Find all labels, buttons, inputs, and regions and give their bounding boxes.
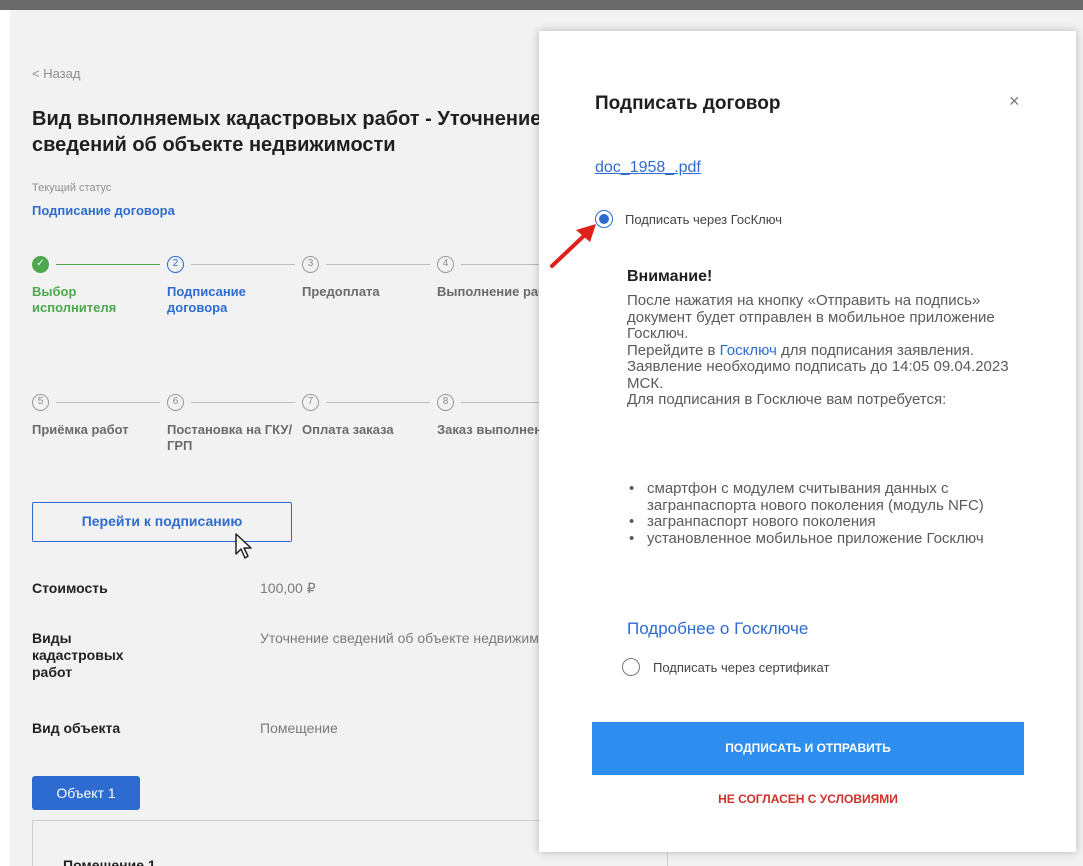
sign-and-send-button[interactable]: ПОДПИСАТЬ И ОТПРАВИТЬ: [592, 722, 1024, 775]
radio-certificate[interactable]: [622, 658, 640, 676]
object-card-title: Помещение 1: [63, 857, 156, 866]
price-value: 100,00 ₽: [260, 580, 316, 596]
back-link[interactable]: < Назад: [32, 66, 80, 81]
radio-certificate-label[interactable]: Подписать через сертификат: [653, 660, 829, 675]
step-connector: [326, 402, 430, 403]
step-label: Оплата заказа: [302, 422, 394, 437]
warning-title: Внимание!: [627, 268, 713, 285]
step-connector: [191, 264, 295, 265]
document-link[interactable]: doc_1958_.pdf: [595, 159, 701, 177]
step-connector: [191, 402, 295, 403]
check-icon: ✓: [32, 256, 49, 273]
radio-goskey-label[interactable]: Подписать через ГосКлюч: [625, 212, 782, 227]
list-item: загранпаспорт нового поколения: [627, 513, 1037, 531]
warning-text: После нажатия на кнопку «Отправить на по…: [627, 292, 1037, 409]
step-number: 4: [437, 256, 454, 273]
top-bar: [0, 0, 1083, 10]
step-connector: [326, 264, 430, 265]
step-label: Постановка на ГКУ/ГРП: [167, 422, 293, 453]
sign-contract-modal: Подписать договор × doc_1958_.pdf Подпис…: [539, 31, 1076, 852]
step-connector: [56, 402, 160, 403]
step-number: 5: [32, 394, 49, 411]
warning-paragraph: Для подписания в Госключе вам потребуетс…: [627, 391, 947, 408]
list-item: установленное мобильное приложение Госкл…: [627, 530, 1037, 548]
warning-paragraph: Перейдите в Госключ для подписания заявл…: [627, 341, 1009, 392]
modal-title: Подписать договор: [595, 93, 781, 114]
page-title: Вид выполняемых кадастровых работ - Уточ…: [32, 108, 542, 156]
step-label: Выбор исполнителя: [32, 284, 117, 315]
step-number: 7: [302, 394, 319, 411]
work-types-value: Уточнение сведений об объекте недвижимос…: [260, 630, 568, 646]
requirements-list: смартфон с модулем считывания данных с з…: [627, 480, 1037, 548]
price-label: Стоимость: [32, 580, 108, 596]
work-types-label: Виды кадастровых работ: [32, 630, 124, 680]
tab-object-1[interactable]: Объект 1: [32, 776, 140, 810]
step-number: 6: [167, 394, 184, 411]
step-label: Подписание договора: [167, 284, 246, 315]
decline-link[interactable]: НЕ СОГЛАСЕН С УСЛОВИЯМИ: [592, 792, 1024, 806]
step-label: Приёмка работ: [32, 422, 129, 437]
object-type-label: Вид объекта: [32, 720, 121, 736]
list-item: смартфон с модулем считывания данных с з…: [627, 480, 1037, 514]
step-number: 8: [437, 394, 454, 411]
step-number: 3: [302, 256, 319, 273]
close-icon[interactable]: ×: [1009, 91, 1020, 112]
mouse-cursor-icon: [235, 533, 252, 559]
more-about-goskey-link[interactable]: Подробнее о Госключе: [627, 619, 808, 639]
step-label: Предоплата: [302, 284, 380, 299]
step-number: 2: [167, 256, 184, 273]
status-value: Подписание договора: [32, 203, 175, 218]
warning-paragraph: После нажатия на кнопку «Отправить на по…: [627, 292, 995, 342]
object-type-value: Помещение: [260, 720, 338, 736]
red-arrow-icon: [550, 224, 596, 268]
step-connector: [56, 264, 160, 265]
goskey-link[interactable]: Госключ: [720, 342, 777, 359]
status-caption: Текущий статус: [32, 182, 112, 194]
